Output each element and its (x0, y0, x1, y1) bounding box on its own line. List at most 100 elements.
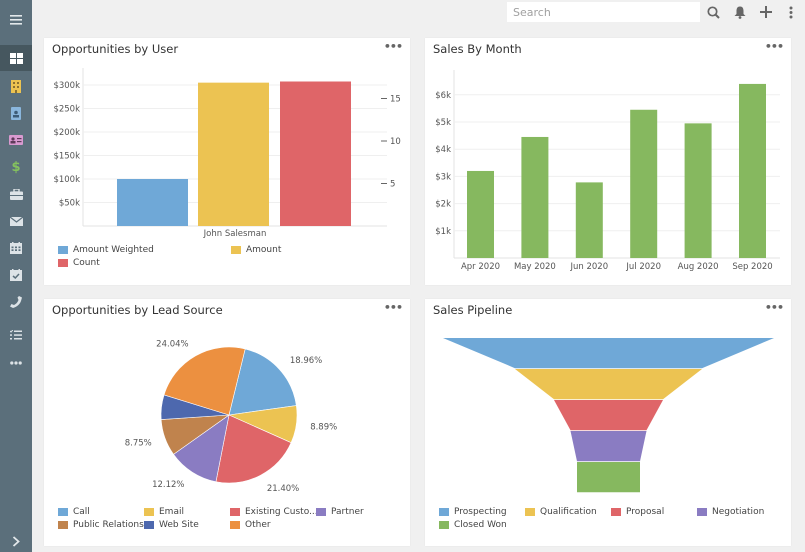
legend-item[interactable]: Partner (316, 507, 364, 517)
y-tick-label: $250k (53, 105, 80, 115)
card-sales-pipeline: Sales Pipeline ••• Prospecting Qualificat… (425, 299, 791, 546)
y-tick-label: $200k (53, 128, 80, 138)
x-tick-label: Apr 2020 (461, 262, 500, 272)
bar (739, 83, 766, 258)
legend-item[interactable]: Closed Won (439, 520, 507, 530)
search-input[interactable] (507, 2, 700, 22)
legend-item[interactable]: Prospecting (439, 507, 507, 517)
create-button[interactable] (757, 3, 775, 21)
y-tick-label: $2k (435, 200, 451, 210)
legend-swatch (230, 521, 240, 529)
search-button[interactable] (704, 3, 722, 21)
funnel-stage-negotiation (570, 431, 647, 462)
sidebar-item-opportunities[interactable]: $ (0, 154, 32, 180)
legend-label: Proposal (626, 507, 665, 517)
card-opportunities-by-lead-source: Opportunities by Lead Source ••• 18.96% 8… (44, 299, 410, 546)
legend-item[interactable]: Call (58, 507, 90, 517)
sidebar-item-meetings[interactable] (0, 262, 32, 288)
sidebar-item-cases[interactable] (0, 181, 32, 207)
id-card-icon (9, 135, 23, 145)
card-sales-by-month: Sales By Month ••• $1k $2k $3k $4k $5k $6k Apr… (425, 38, 791, 285)
funnel-stage-proposal (554, 400, 663, 431)
legend-swatch (439, 508, 449, 516)
sidebar-item-calls[interactable] (0, 289, 32, 315)
y-tick-label: $100k (53, 175, 80, 185)
sidebar: $ (0, 0, 32, 552)
dollar-icon: $ (11, 159, 21, 175)
legend-label: Amount Weighted (73, 245, 154, 255)
funnel-stage-qualification (515, 369, 702, 400)
legend-swatch (144, 521, 154, 529)
right-y-tick-label: 5 (390, 180, 395, 190)
pie-data-label: 12.12% (152, 480, 184, 490)
legend-item[interactable]: Qualification (525, 507, 597, 517)
legend-swatch (439, 521, 449, 529)
legend-label: Partner (331, 507, 364, 517)
bar-amount (198, 82, 269, 227)
legend-item[interactable]: Proposal (611, 507, 664, 517)
legend-item[interactable]: Web Site (144, 520, 199, 530)
bar (684, 123, 712, 258)
legend-item[interactable]: Count (58, 258, 100, 268)
bar (467, 170, 494, 258)
legend-swatch (525, 508, 535, 516)
y-tick-label: $6k (435, 91, 451, 101)
legend-item[interactable]: Amount Weighted (58, 245, 154, 255)
sidebar-item-accounts[interactable] (0, 73, 32, 99)
legend-swatch (58, 508, 68, 516)
legend-item[interactable]: Negotiation (697, 507, 764, 517)
sidebar-expand-button[interactable] (0, 528, 32, 552)
sidebar-menu-toggle[interactable] (0, 7, 32, 33)
legend-label: Email (159, 507, 184, 517)
right-y-tick-label: 15 (390, 95, 401, 105)
legend-swatch (697, 508, 707, 516)
sidebar-item-dashboard[interactable] (0, 45, 32, 71)
legend-label: Negotiation (712, 507, 765, 517)
pie-data-label: 8.89% (310, 422, 337, 432)
bar-count (280, 81, 351, 226)
legend-item[interactable]: Other (230, 520, 271, 530)
search-icon (706, 5, 720, 19)
legend-item[interactable]: Email (144, 507, 184, 517)
plus-icon (760, 6, 772, 18)
y-tick-label: $50k (59, 199, 80, 209)
building-icon (11, 79, 21, 93)
legend-item[interactable]: Existing Custo... (230, 507, 318, 517)
legend-label: Web Site (159, 520, 199, 530)
y-tick-label: $3k (435, 172, 451, 182)
legend-label: Count (73, 258, 100, 268)
funnel-stage-closed-won (577, 462, 640, 493)
sidebar-item-leads[interactable] (0, 127, 32, 153)
legend-swatch (316, 508, 326, 516)
dashboard-icon (9, 52, 23, 64)
sidebar-item-contacts[interactable] (0, 100, 32, 126)
card-opportunities-by-user: Opportunities by User ••• $50k $100k $150k… (44, 38, 410, 285)
phone-icon (10, 296, 22, 308)
legend-swatch (144, 508, 154, 516)
more-menu-button[interactable] (782, 3, 800, 21)
more-horizontal-icon (10, 361, 22, 365)
legend-item[interactable]: Amount (231, 245, 281, 255)
legend-swatch (230, 508, 240, 516)
legend-swatch (58, 521, 68, 529)
sidebar-item-tasks[interactable] (0, 322, 32, 348)
calendar-check-icon (10, 269, 22, 281)
sidebar-item-email[interactable] (0, 208, 32, 234)
x-tick-label: May 2020 (514, 262, 556, 272)
chevron-right-icon (12, 535, 20, 547)
pie-data-label: 18.96% (290, 356, 322, 366)
sidebar-item-more[interactable] (0, 350, 32, 376)
legend-item[interactable]: Public Relations (58, 520, 144, 530)
x-tick-label: John Salesman (203, 229, 267, 239)
x-tick-label: Jun 2020 (569, 262, 608, 272)
x-tick-label: Jul 2020 (625, 262, 661, 272)
notifications-button[interactable] (731, 3, 749, 21)
x-tick-label: Sep 2020 (732, 262, 772, 272)
sidebar-item-calendar[interactable] (0, 235, 32, 261)
legend-label: Call (73, 507, 90, 517)
pie-data-label: 21.40% (267, 484, 299, 494)
y-tick-label: $4k (435, 145, 451, 155)
legend-label: Other (245, 520, 271, 530)
pie-data-label: 24.04% (156, 340, 188, 350)
y-tick-label: $5k (435, 118, 451, 128)
